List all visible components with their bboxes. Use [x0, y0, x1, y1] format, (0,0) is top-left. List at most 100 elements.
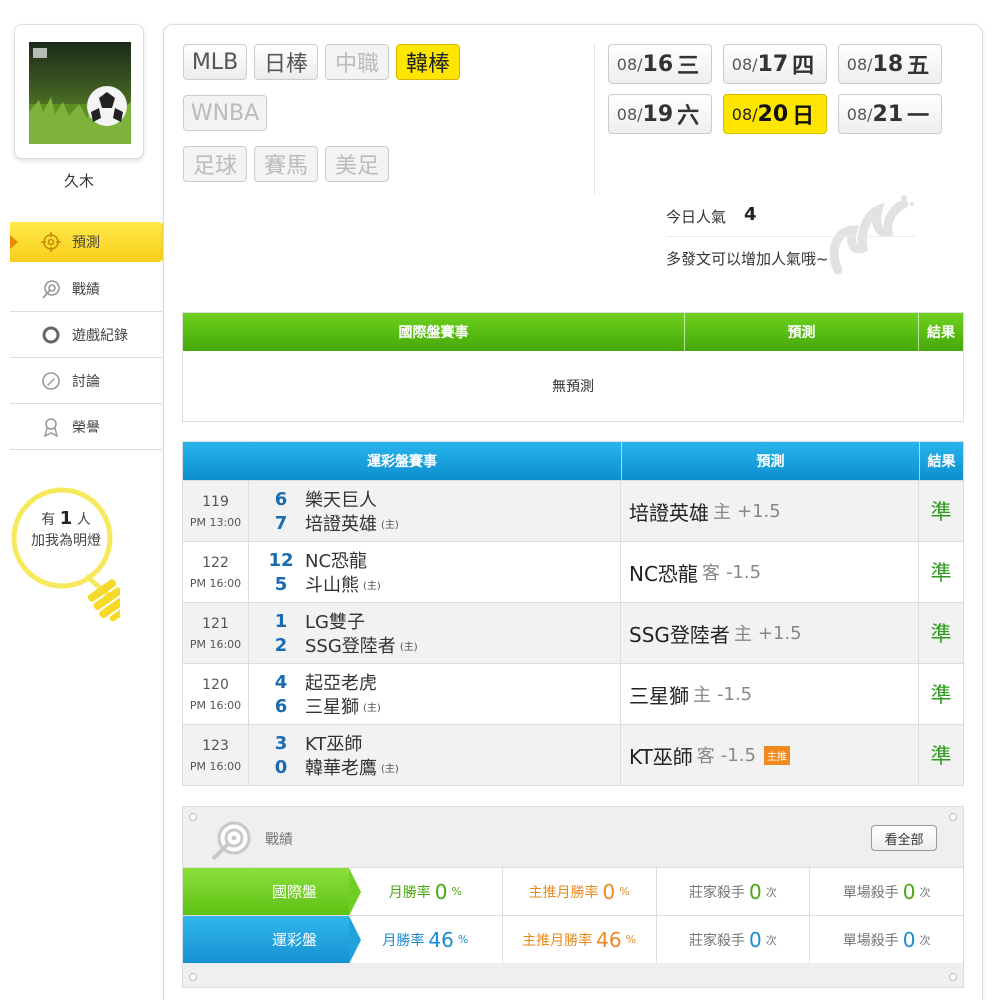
home-mark: (主): [381, 763, 399, 775]
league-soccer-button[interactable]: 足球: [183, 146, 247, 182]
single-killer: 單場殺手 0 次: [810, 916, 963, 963]
date-month: 08/: [616, 104, 643, 124]
record-panel: 戰績 看全部 國際盤 月勝率 0% 主推月勝率 0% 莊家殺手 0 次 單場殺手 0 次 運…: [182, 806, 964, 988]
away-score: 3: [274, 732, 288, 754]
home-score: 7: [274, 512, 288, 534]
header-result: 結果: [927, 454, 956, 470]
pick-line: -1.5: [725, 561, 762, 583]
table-row[interactable]: 122 PM 16:00 12 NC恐龍 5 斗山熊 (主) NC恐龍客 -1.5 準: [183, 541, 963, 602]
table-row[interactable]: 121 PM 16:00 1 LG雙子 2 SSG登陸者 (主) SSG登陸者主 +1.5…: [183, 602, 963, 663]
stat-value: 0: [749, 879, 762, 904]
banker-killer: 莊家殺手 0 次: [657, 916, 811, 963]
user-name: 久木: [63, 172, 94, 190]
stat-label: 主推月勝率: [522, 932, 593, 949]
main-pick-win-rate: 主推月勝率 0%: [503, 868, 657, 915]
date-month: 08/: [846, 104, 873, 124]
away-team: LG雙子: [305, 612, 365, 633]
stat-label: 莊家殺手: [689, 932, 745, 949]
month-win-rate: 月勝率 46%: [349, 916, 503, 963]
sidebar-item-prediction[interactable]: 預測: [10, 222, 174, 262]
date-month: 08/: [616, 54, 643, 74]
date-day: 20: [757, 101, 789, 127]
date-button[interactable]: 08/18 五: [838, 44, 942, 84]
stat-label: 主推月勝率: [528, 884, 599, 901]
stat-value: 46: [428, 927, 454, 952]
game-time: PM 16:00: [189, 698, 242, 712]
record-header: 戰績 看全部: [183, 807, 963, 867]
decoration-icon: [818, 190, 918, 280]
record-row-lottery: 運彩盤 月勝率 46% 主推月勝率 46% 莊家殺手 0 次 單場殺手 0 次: [183, 915, 963, 964]
divider: [594, 44, 595, 194]
featured-badge: 主推: [763, 745, 790, 765]
pick-line: +1.5: [737, 500, 781, 522]
stat-value: 0: [902, 927, 916, 952]
table-header: 運彩盤賽事 預測 結果: [183, 442, 963, 480]
stat-value: 0: [602, 879, 616, 904]
divider: [666, 236, 916, 237]
league-wnba-button[interactable]: WNBA: [183, 95, 267, 131]
banker-killer: 莊家殺手 0 次: [657, 868, 811, 915]
pick-side: 主: [733, 624, 752, 645]
date-day: 21: [872, 101, 904, 127]
date-button[interactable]: 08/16 三: [608, 44, 712, 84]
game-time: PM 16:00: [189, 759, 242, 773]
away-team: 樂天巨人: [305, 490, 377, 511]
header-result: 結果: [927, 325, 955, 341]
stat-value: 0: [434, 879, 448, 904]
pick-side: 主: [693, 685, 711, 706]
date-button[interactable]: 08/17 四: [723, 44, 827, 84]
game-time: PM 16:00: [189, 637, 242, 651]
date-day: 17: [757, 51, 789, 77]
target-icon: [40, 231, 62, 253]
lightbulb-icon: [10, 484, 128, 624]
sidebar-item-discussion[interactable]: 討論: [10, 358, 162, 404]
result-status: 準: [930, 622, 952, 646]
circle-icon: [40, 324, 62, 346]
follower-count: 有 1 人 加我為明燈: [18, 508, 114, 552]
date-button-selected[interactable]: 08/20 日: [723, 94, 827, 134]
date-button[interactable]: 08/21 一: [838, 94, 942, 134]
date-month: 08/: [731, 54, 758, 74]
record-tag: 國際盤: [183, 868, 361, 916]
league-npb-button[interactable]: 日棒: [254, 44, 318, 80]
home-score: 5: [274, 573, 288, 595]
table-row[interactable]: 123 PM 16:00 3 KT巫師 0 韓華老鷹 (主) KT巫師客 -1.5 主推 準: [183, 724, 963, 785]
view-all-button[interactable]: 看全部: [871, 825, 937, 851]
away-score: 6: [274, 488, 288, 510]
away-score: 4: [274, 671, 288, 693]
away-team: 起亞老虎: [305, 673, 377, 694]
bulb-suffix: 人: [76, 512, 91, 528]
league-mlb-button[interactable]: MLB: [183, 44, 247, 80]
game-time: PM 13:00: [189, 515, 242, 529]
table-row[interactable]: 120 PM 16:00 4 起亞老虎 6 三星獅 (主) 三星獅主 -1.5 準: [183, 663, 963, 724]
sidebar-item-game-log[interactable]: 遊戲紀錄: [10, 312, 162, 358]
league-horse-button[interactable]: 賽馬: [254, 146, 318, 182]
intl-prediction-table: 國際盤賽事 預測 結果 無預測: [182, 312, 964, 422]
date-day: 19: [642, 101, 674, 127]
stat-unit: %: [625, 933, 637, 946]
pick-team: 培證英雄: [629, 500, 709, 525]
sidebar-item-label: 遊戲紀錄: [72, 327, 128, 344]
stat-label: 莊家殺手: [689, 884, 745, 901]
sidebar-item-label: 預測: [72, 235, 100, 251]
league-kbo-button[interactable]: 韓棒: [396, 44, 460, 80]
home-team: 培證英雄: [305, 514, 377, 535]
stat-unit: 次: [919, 933, 931, 947]
main-pick-win-rate: 主推月勝率 46%: [503, 916, 657, 963]
date-day: 18: [872, 51, 904, 77]
league-cpbl-button[interactable]: 中職: [325, 44, 389, 80]
sidebar-item-record[interactable]: 戰績: [10, 266, 162, 312]
date-button[interactable]: 08/19 六: [608, 94, 712, 134]
pick-team: 三星獅: [629, 683, 689, 708]
away-score: 12: [268, 549, 294, 571]
home-score: 2: [274, 634, 288, 656]
table-row[interactable]: 119 PM 13:00 6 樂天巨人 7 培證英雄 (主) 培證英雄主 +1.5 準: [183, 480, 963, 541]
side-nav: 預測 戰績 遊戲紀錄 討論 榮譽: [10, 222, 174, 450]
home-mark: (主): [363, 702, 381, 714]
home-score: 6: [274, 695, 288, 717]
record-icon: [209, 819, 253, 867]
avatar[interactable]: [29, 42, 131, 144]
league-nfl-button[interactable]: 美足: [325, 146, 389, 182]
game-number: 119: [202, 493, 229, 510]
sidebar-item-honor[interactable]: 榮譽: [10, 404, 162, 450]
